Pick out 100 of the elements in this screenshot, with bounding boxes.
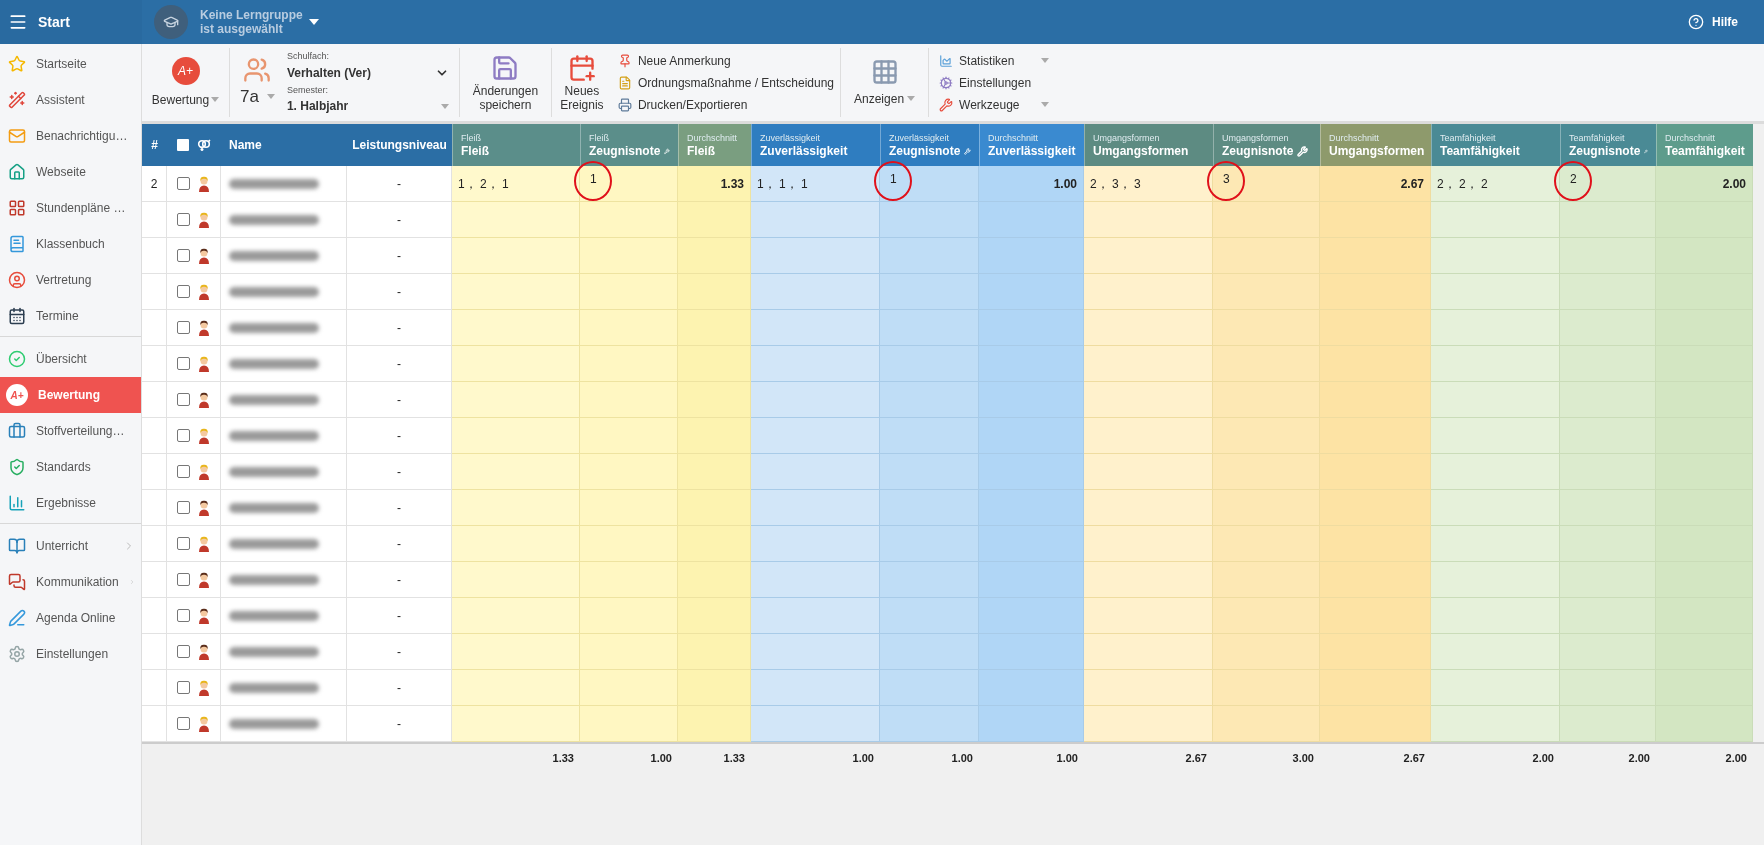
column-header: Name — [221, 124, 347, 166]
column-header: Umgangsformen Umgangsformen — [1084, 124, 1213, 166]
person-icon — [198, 391, 210, 408]
table-cell: 1， 1， 1 — [751, 166, 880, 202]
checkbox[interactable] — [177, 501, 190, 514]
calendar-add-icon — [567, 53, 596, 82]
check-icon — [8, 350, 26, 368]
sidebar-item[interactable]: Stundenpläne … — [0, 190, 141, 226]
envelope-icon — [8, 127, 26, 145]
tools-icon — [939, 97, 954, 112]
total-cell-text: 1.00 — [649, 750, 673, 766]
menu-button[interactable]: Start — [0, 0, 142, 44]
column-header: Durchschnitt Umgangsformen — [1320, 124, 1431, 166]
toolbar-action[interactable]: Ordnungsmaßnahme / Entscheidung — [617, 73, 835, 92]
column-header: Zuverlässigkeit Zeugnisnote — [880, 124, 979, 166]
table-cell: 2.67 — [1320, 166, 1431, 202]
pen-icon — [8, 609, 26, 627]
person-icon — [198, 571, 210, 588]
sidebar-item[interactable]: Webseite — [0, 154, 141, 190]
semester-selector[interactable]: 1. Halbjahr — [286, 97, 449, 115]
checkbox[interactable] — [177, 393, 190, 406]
checkbox[interactable] — [177, 177, 190, 190]
sidebar-item[interactable]: Standards — [0, 449, 141, 485]
notebook-icon — [8, 235, 26, 253]
sidebar-item[interactable]: Agenda Online — [0, 600, 141, 636]
checkbox[interactable] — [177, 139, 189, 151]
class-selector[interactable]: 7a — [240, 83, 275, 110]
checkbox[interactable] — [177, 609, 190, 622]
sidebar-item[interactable]: Stoffverteilung… — [0, 413, 141, 449]
subject-selector[interactable]: Verhalten (Ver) — [286, 63, 449, 82]
checkbox[interactable] — [177, 429, 190, 442]
checkbox[interactable] — [177, 681, 190, 694]
help-button[interactable]: Hilfe — [1688, 13, 1738, 31]
sidebar-item[interactable]: Ergebnisse — [0, 485, 141, 521]
checkbox[interactable] — [177, 285, 190, 298]
checkbox[interactable] — [177, 357, 190, 370]
checkbox[interactable] — [177, 249, 190, 262]
grade-icon: A+ — [171, 56, 200, 85]
table-cell: - — [347, 454, 452, 490]
new-event-button[interactable]: Neues Ereignis — [551, 48, 612, 117]
checkbox[interactable] — [177, 465, 190, 478]
table-cell: - — [347, 346, 452, 382]
view-button[interactable]: Anzeigen — [841, 48, 930, 117]
toolbar-action[interactable]: Neue Anmerkung — [617, 51, 835, 70]
sidebar-item[interactable]: Übersicht — [0, 341, 141, 377]
sidebar-item[interactable]: Assistent — [0, 82, 141, 118]
person-icon — [198, 643, 210, 660]
sidebar-item[interactable]: Unterricht — [0, 528, 141, 564]
checkbox[interactable] — [177, 645, 190, 658]
checkbox[interactable] — [177, 573, 190, 586]
column-header: Fleiß Zeugnisnote — [580, 124, 678, 166]
table-cell: - — [347, 274, 452, 310]
table-cell: - — [347, 562, 452, 598]
person-icon — [198, 283, 210, 300]
checkbox[interactable] — [177, 321, 190, 334]
bar-chart-icon — [8, 494, 26, 512]
toolbar-action[interactable]: Drucken/Exportieren — [617, 95, 835, 114]
sidebar-item[interactable]: Termine — [0, 298, 141, 334]
grading-button[interactable]: A+ Bewertung — [142, 48, 230, 117]
person-icon — [198, 355, 210, 372]
person-icon — [198, 427, 210, 444]
table-cell: - — [347, 670, 452, 706]
checkbox[interactable] — [177, 717, 190, 730]
total-cell-text: 3.00 — [1291, 750, 1315, 766]
column-header: Teamfähigkeit Teamfähigkeit — [1431, 124, 1560, 166]
toolbar-action[interactable]: Einstellungen — [939, 73, 1050, 92]
sidebar-item[interactable]: Einstellungen — [0, 636, 141, 672]
total-cell-text: 2.67 — [1402, 750, 1426, 766]
wrench-icon — [664, 146, 670, 157]
save-button[interactable]: Änderungen speichern — [459, 48, 552, 117]
table-cell: - — [347, 166, 452, 202]
checkbox[interactable] — [177, 213, 190, 226]
toolbar-action[interactable]: Werkzeuge — [939, 95, 1050, 114]
briefcase-icon — [8, 422, 26, 440]
sidebar-item[interactable]: A+ Bewertung — [0, 377, 141, 413]
person-icon — [198, 535, 210, 552]
star-icon — [8, 55, 26, 73]
sidebar-item[interactable]: Vertretung — [0, 262, 141, 298]
column-header: Durchschnitt Teamfähigkeit — [1656, 124, 1753, 166]
person-icon — [198, 499, 210, 516]
table-cell: - — [347, 238, 452, 274]
subject-label: Schulfach: — [286, 50, 330, 63]
table-cell: - — [347, 310, 452, 346]
person-icon — [8, 271, 26, 289]
toolbar-action[interactable]: Statistiken — [939, 51, 1050, 70]
document-icon — [617, 75, 632, 90]
total-cell-text: 1.33 — [722, 750, 746, 766]
checkbox[interactable] — [177, 537, 190, 550]
total-cell-text: 2.00 — [1724, 750, 1748, 766]
total-cell-text: 2.67 — [1184, 750, 1208, 766]
person-icon — [198, 607, 210, 624]
sidebar-item[interactable]: Benachrichtigu… — [0, 118, 141, 154]
total-cell-text: 2.00 — [1627, 750, 1651, 766]
grade-icon: A+ — [6, 384, 28, 406]
sidebar-item[interactable]: Startseite — [0, 46, 141, 82]
menu-icon — [8, 12, 28, 32]
table-cell: 2 — [142, 166, 167, 202]
sidebar-item[interactable]: Klassenbuch — [0, 226, 141, 262]
person-icon — [198, 715, 210, 732]
sidebar-item[interactable]: Kommunikation — [0, 564, 141, 600]
